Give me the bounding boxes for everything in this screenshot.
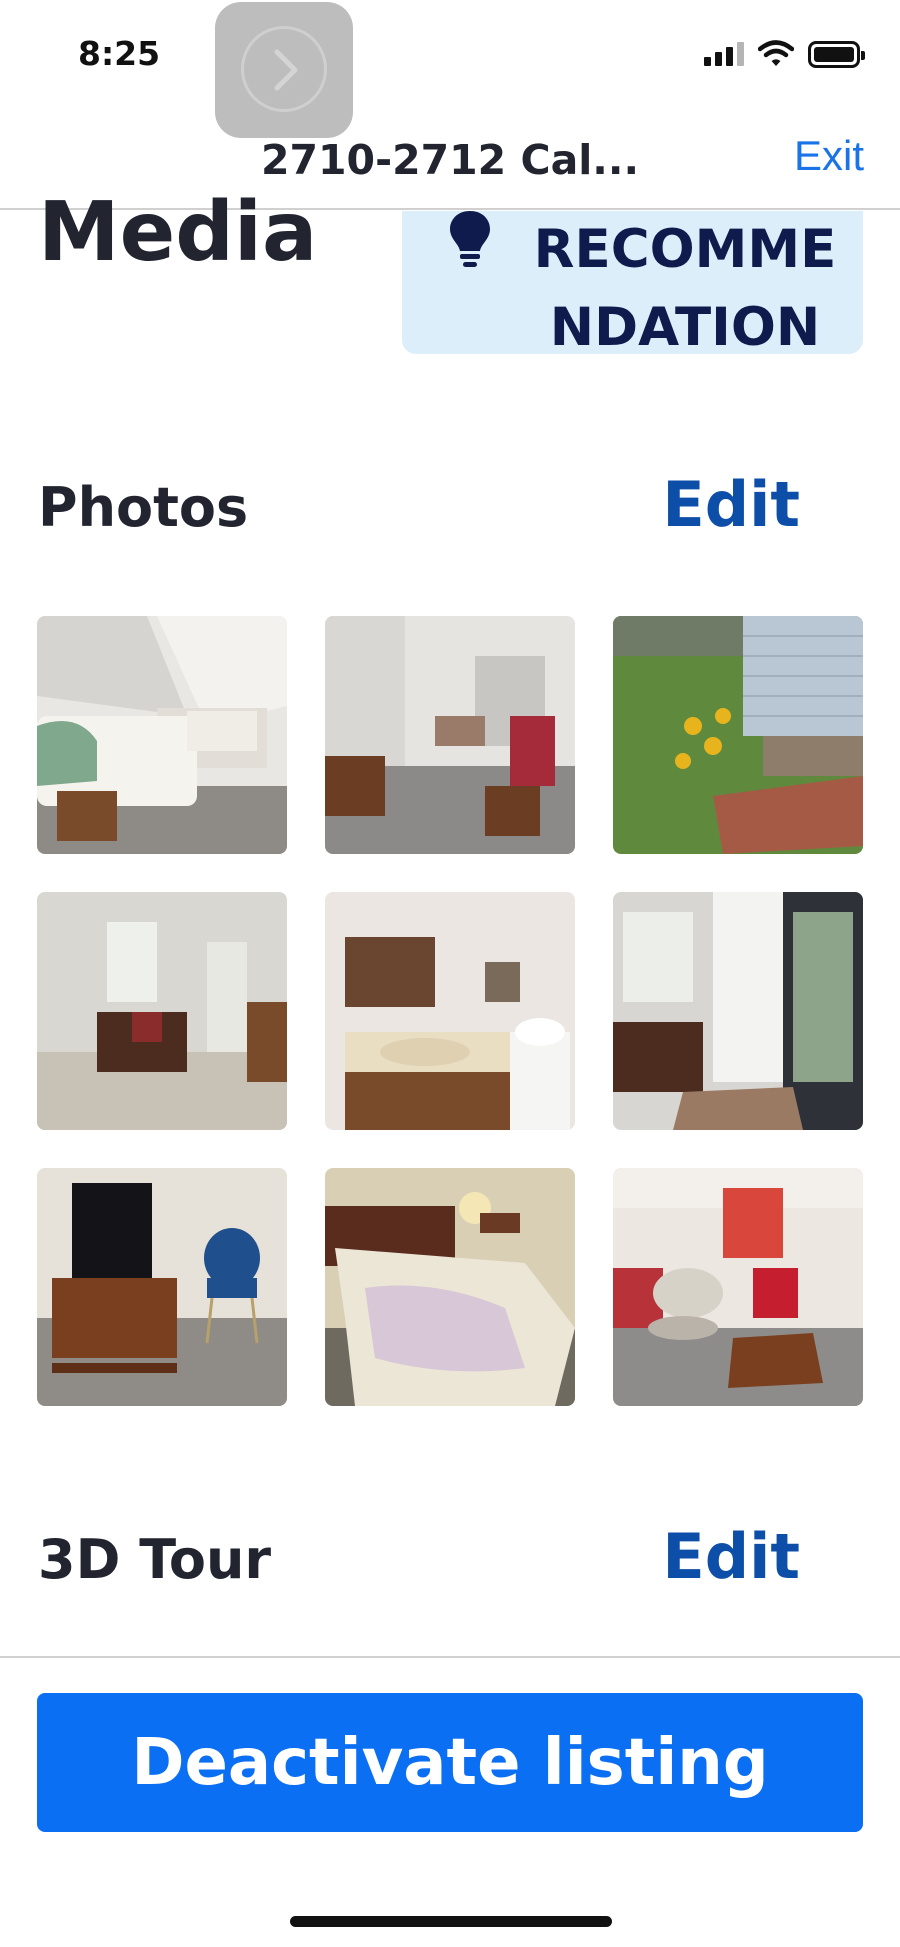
deactivate-listing-button[interactable]: Deactivate listing (37, 1693, 863, 1832)
3d-tour-edit-button[interactable]: Edit (662, 1520, 800, 1593)
photo-thumbnail[interactable] (613, 892, 863, 1130)
status-time: 8:25 (78, 34, 161, 73)
photo-thumbnail[interactable] (325, 892, 575, 1130)
photo-thumbnail[interactable] (613, 1168, 863, 1406)
photo-thumbnail[interactable] (37, 892, 287, 1130)
photos-edit-button[interactable]: Edit (662, 468, 800, 541)
photo-thumbnail[interactable] (37, 616, 287, 854)
back-to-app-icon[interactable] (215, 2, 353, 138)
media-heading: Media (38, 185, 318, 280)
exit-button[interactable]: Exit (794, 132, 864, 180)
photo-thumbnail[interactable] (325, 1168, 575, 1406)
recommendation-button[interactable]: RECOMMENDATION (402, 211, 863, 358)
status-bar: 8:25 (0, 0, 900, 138)
photos-heading: Photos (38, 476, 249, 539)
cellular-signal-icon (704, 42, 744, 66)
home-indicator[interactable] (290, 1916, 612, 1927)
footer-divider (0, 1656, 900, 1658)
photo-thumbnail[interactable] (325, 616, 575, 854)
listing-title: 2710-2712 Cal... (260, 136, 640, 184)
photo-thumbnail[interactable] (613, 616, 863, 854)
wifi-icon (758, 40, 794, 66)
battery-icon (808, 40, 865, 68)
status-icons (704, 40, 865, 68)
3d-tour-heading: 3D Tour (38, 1528, 272, 1591)
photo-thumbnail[interactable] (37, 1168, 287, 1406)
recommendation-label: RECOMMENDATION (533, 219, 837, 358)
lightbulb-icon (450, 211, 490, 267)
